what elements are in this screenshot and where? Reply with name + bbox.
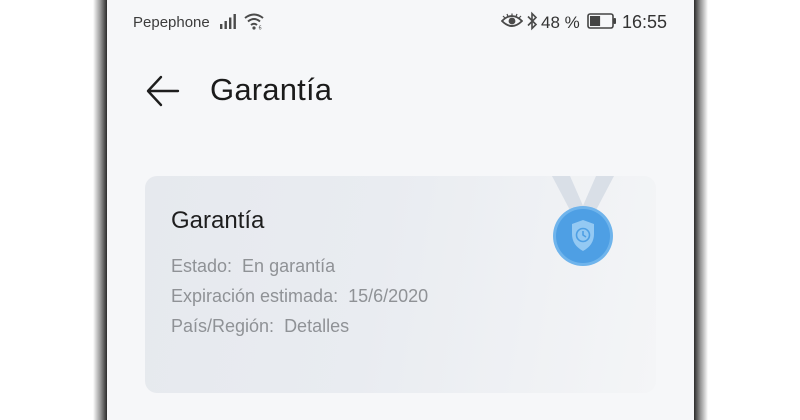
status-label: Estado:: [171, 256, 233, 276]
status-row: Estado: En garantía: [171, 256, 335, 277]
status-value: En garantía: [242, 256, 336, 276]
region-value[interactable]: Detalles: [284, 316, 349, 336]
back-button[interactable]: [145, 74, 181, 108]
svg-text:6: 6: [259, 26, 262, 31]
bezel-right: [694, 0, 708, 420]
carrier-name: Pepephone: [133, 14, 210, 31]
expiration-label: Expiración estimada:: [171, 286, 339, 306]
region-label: País/Región:: [171, 316, 275, 336]
expiration-row: Expiración estimada: 15/6/2020: [171, 286, 428, 307]
warranty-card[interactable]: Garantía Estado: En garantía Expiración e…: [145, 176, 656, 393]
expiration-value: 15/6/2020: [348, 286, 429, 306]
back-arrow-icon: [146, 75, 180, 107]
warranty-medal-icon: [552, 176, 614, 266]
phone-frame: Pepephone 6 48 % 16:55 Garantía Garantía…: [0, 0, 800, 420]
eye-icon: [501, 13, 523, 27]
battery-icon: [587, 13, 616, 29]
page-title: Garantía: [210, 72, 333, 107]
region-row: País/Región: Detalles: [171, 316, 349, 337]
bezel-left: [93, 0, 107, 420]
status-bar: Pepephone 6 48 % 16:55: [107, 0, 694, 44]
card-title: Garantía: [171, 207, 265, 234]
battery-percentage: 48 %: [541, 13, 580, 32]
wifi-icon: 6: [244, 13, 264, 31]
signal-icon: [220, 14, 236, 29]
clock: 16:55: [622, 12, 668, 32]
screen: Pepephone 6 48 % 16:55 Garantía Garantía…: [107, 0, 694, 420]
bluetooth-icon: [527, 11, 538, 31]
